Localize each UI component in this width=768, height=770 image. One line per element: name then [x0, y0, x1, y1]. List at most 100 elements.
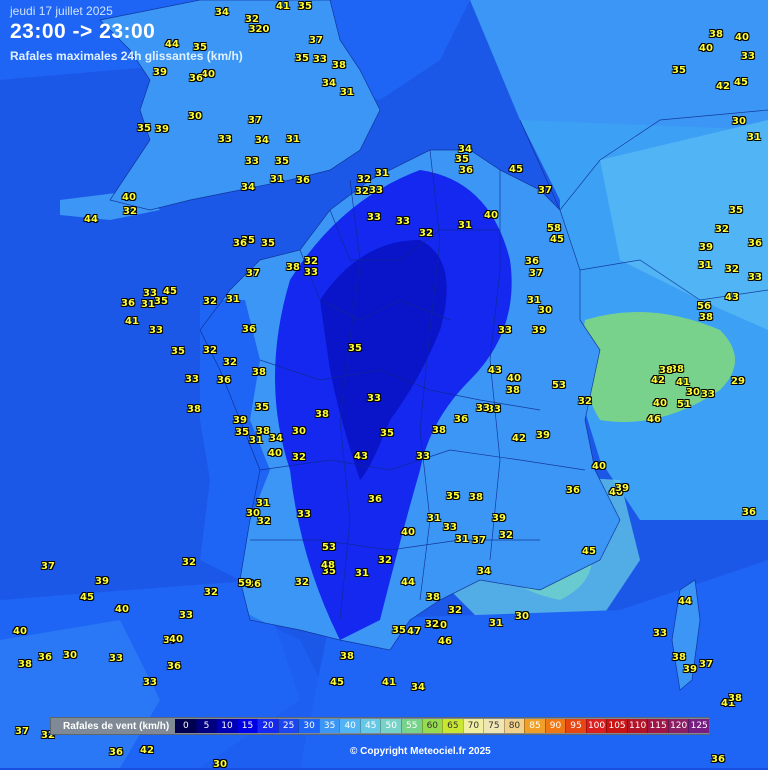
station-value: 35: [255, 402, 269, 413]
station-value: 58: [547, 223, 561, 234]
station-value: 37: [15, 726, 29, 737]
station-value: 44: [84, 214, 98, 225]
station-value: 30: [188, 111, 202, 122]
station-value: 39: [536, 430, 550, 441]
station-value: 41: [382, 677, 396, 688]
station-value: 40: [653, 398, 667, 409]
legend-step: 85: [524, 719, 545, 733]
station-value: 32: [204, 587, 218, 598]
station-value: 31: [375, 168, 389, 179]
station-value: 34: [215, 7, 229, 18]
station-value: 31: [286, 134, 300, 145]
legend-step: 90: [544, 719, 566, 733]
station-value: 45: [550, 234, 564, 245]
station-value: 33: [443, 522, 457, 533]
station-value: 36: [296, 175, 310, 186]
station-value: 39: [233, 415, 247, 426]
station-value: 35: [348, 343, 362, 354]
station-value: 33: [369, 185, 383, 196]
station-value: 39: [699, 242, 713, 253]
station-value: 34: [411, 682, 425, 693]
station-value: 38: [506, 385, 520, 396]
station-value: 33: [304, 267, 318, 278]
station-value: 36: [742, 507, 756, 518]
station-value: 33: [185, 374, 199, 385]
station-value: 38: [18, 659, 32, 670]
station-value: 33: [701, 389, 715, 400]
station-value: 43: [354, 451, 368, 462]
station-value: 44: [401, 577, 415, 588]
legend-step: 25: [277, 719, 299, 733]
station-value: 32: [257, 516, 271, 527]
station-value: 56: [697, 301, 711, 312]
legend-step: 50: [380, 719, 401, 733]
station-value: 30: [538, 305, 552, 316]
station-value: 40: [13, 626, 27, 637]
station-value: 32: [123, 206, 137, 217]
station-value: 35: [295, 53, 309, 64]
station-value: 32: [715, 224, 729, 235]
station-value: 33: [653, 628, 667, 639]
station-value: 35: [275, 156, 289, 167]
legend-step: 110: [626, 719, 648, 733]
station-value: 33: [218, 134, 232, 145]
station-value: 32: [419, 228, 433, 239]
station-value: 45: [582, 546, 596, 557]
station-value: 40: [122, 192, 136, 203]
station-value: 33: [297, 509, 311, 520]
station-value: 35: [261, 238, 275, 249]
station-value: 31: [141, 299, 155, 310]
station-value: 42: [716, 81, 730, 92]
station-value: 33: [313, 54, 327, 65]
station-value: 44: [165, 39, 179, 50]
spain-north-land: [0, 610, 330, 768]
station-value: 36: [217, 375, 231, 386]
station-value: 36: [167, 661, 181, 672]
station-value: 41: [125, 316, 139, 327]
color-legend: Rafales de vent (km/h) 0 5 10 15 20 25 30 35 40 4…: [50, 717, 710, 735]
station-value: 30: [732, 116, 746, 127]
station-value: 46: [438, 636, 452, 647]
station-value: 35: [729, 205, 743, 216]
station-value: 39: [683, 664, 697, 675]
station-value: 38: [286, 262, 300, 273]
station-value: 38: [432, 425, 446, 436]
station-value: 31: [458, 220, 472, 231]
station-value: 32: [203, 345, 217, 356]
copyright-notice: © Copyright Meteociel.fr 2025: [350, 746, 491, 757]
station-value: 38: [699, 312, 713, 323]
station-value: 32: [223, 357, 237, 368]
station-value: 38: [340, 651, 354, 662]
station-value: 33: [748, 272, 762, 283]
station-value: 40: [484, 210, 498, 221]
legend-step: 15: [236, 719, 258, 733]
station-value: 38: [426, 592, 440, 603]
station-value: 31: [747, 132, 761, 143]
station-value: 33: [367, 212, 381, 223]
station-value: 37: [472, 535, 486, 546]
map-time-range: 23:00 -> 23:00: [10, 20, 156, 43]
station-value: 37: [41, 561, 55, 572]
station-value: 59: [238, 578, 252, 589]
station-value: 40: [592, 461, 606, 472]
station-value: 36: [459, 165, 473, 176]
legend-step: 100: [585, 719, 607, 733]
station-value: 35: [672, 65, 686, 76]
station-value: 38: [709, 29, 723, 40]
station-value: 36: [368, 494, 382, 505]
legend-step: 75: [483, 719, 504, 733]
station-value: 32: [725, 264, 739, 275]
station-value: 34: [241, 182, 255, 193]
station-value: 36: [38, 652, 52, 663]
station-value: 38: [315, 409, 329, 420]
map-date: jeudi 17 juillet 2025: [10, 4, 113, 18]
station-value: 33: [109, 653, 123, 664]
legend-step: 125: [688, 719, 709, 733]
legend-step: 120: [667, 719, 689, 733]
station-value: 320: [248, 24, 270, 35]
station-value: 37: [309, 35, 323, 46]
station-value: 30: [686, 387, 700, 398]
station-value: 35: [392, 625, 406, 636]
station-value: 39: [532, 325, 546, 336]
station-value: 41: [276, 1, 290, 12]
